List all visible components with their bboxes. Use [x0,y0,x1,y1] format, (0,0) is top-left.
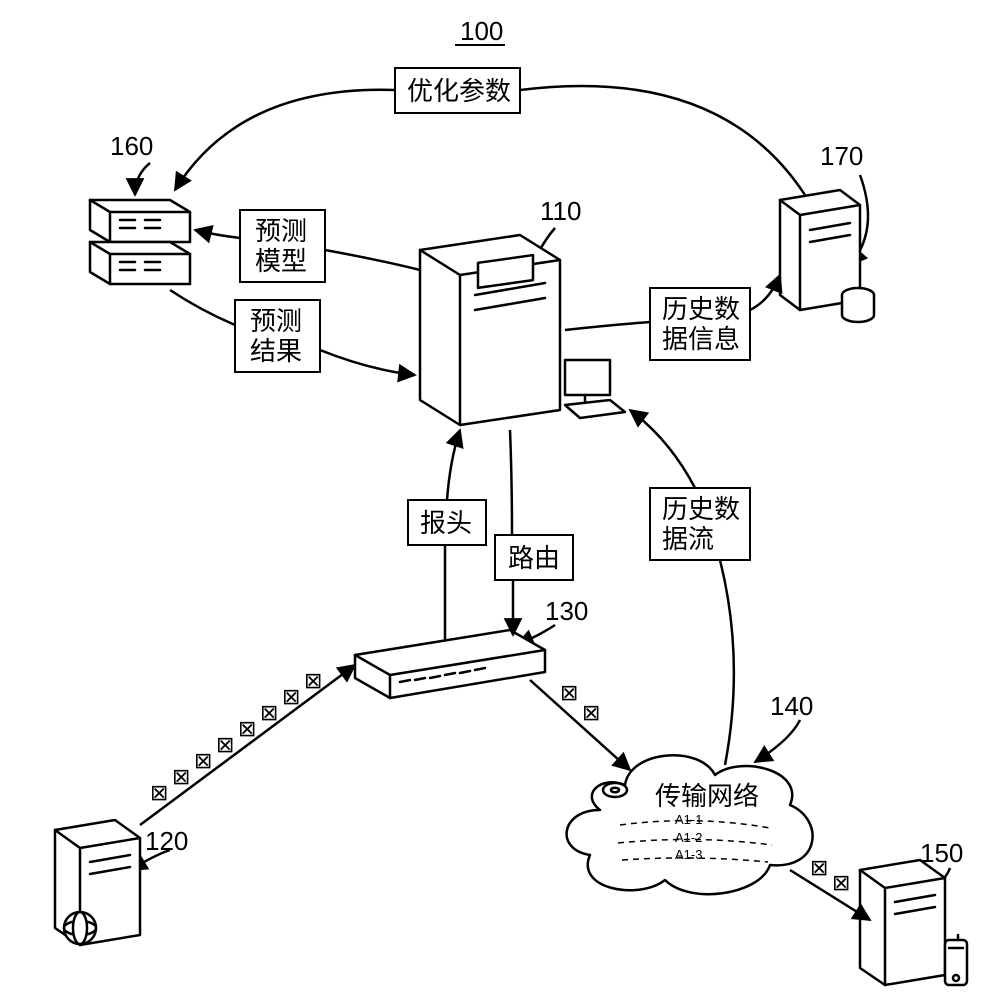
edge-140-150 [790,870,870,920]
node-140-cloud: 140 传输网络 A1-1 A1-2 A1-3 [567,691,814,894]
edge-route-top [510,430,512,535]
edge-opt-params-right [520,86,805,195]
svg-text:⊠: ⊠ [304,668,322,693]
edge-header-top [447,430,460,500]
edge-pred-result-right [320,350,415,375]
figure-id-label: 100 [460,16,503,46]
cloud-p3: A1-3 [675,847,702,862]
svg-text:⊠: ⊠ [832,870,850,895]
ref-140: 140 [770,691,813,721]
edge-pred-result-left [170,290,235,325]
lbl-header: 报头 [420,508,472,538]
cloud-label: 传输网络 [655,781,759,811]
edge-hist-flow-top [630,410,695,488]
node-160-server-rack: 160 [90,131,190,284]
disc-icon [603,783,627,797]
svg-text:⊠: ⊠ [172,764,190,789]
ref-110: 110 [540,196,581,226]
svg-text:⊠: ⊠ [150,780,168,805]
node-110-central-server: 110 [420,196,625,425]
node-120-web-server: 120 [55,820,188,945]
cloud-p2: A1-2 [675,830,702,845]
edge-hist-data-right [750,275,780,310]
svg-text:⊠: ⊠ [260,700,278,725]
lbl-pred-model-2: 模型 [255,246,307,276]
lbl-hist-data-2: 据信息 [662,324,740,354]
lbl-pred-model-1: 预测 [255,216,307,246]
lbl-hist-flow-2: 据流 [662,524,714,554]
svg-text:⊠: ⊠ [810,855,828,880]
leader-140 [755,720,800,762]
edge-120-130 [140,665,355,825]
edge-hist-data-left [565,322,650,330]
edge-hist-flow-bot [720,560,734,765]
svg-text:⊠: ⊠ [216,732,234,757]
leader-160 [135,163,150,195]
lbl-pred-result-1: 预测 [250,306,302,336]
ref-170: 170 [820,141,863,171]
edge-130-140 [530,680,630,770]
packets-120-130: ⊠ ⊠ ⊠ ⊠ ⊠ ⊠ ⊠ ⊠ [150,668,322,805]
svg-text:⊠: ⊠ [194,748,212,773]
lbl-pred-result-2: 结果 [250,336,302,366]
ref-130: 130 [545,596,588,626]
lbl-hist-flow-1: 历史数 [662,494,740,524]
svg-text:⊠: ⊠ [560,680,578,705]
edge-pred-model-right [325,250,420,270]
lbl-route: 路由 [508,543,560,573]
svg-text:⊠: ⊠ [282,684,300,709]
cloud-p1: A1-1 [675,812,702,827]
node-170-db-server: 170 [780,141,874,322]
node-130-switch: 130 [355,596,588,698]
edge-opt-params-left [175,90,395,190]
node-150-client-server: 150 [860,838,967,985]
packets-140-150: ⊠ ⊠ [810,855,850,895]
ref-160: 160 [110,131,153,161]
edge-pred-model-left [195,230,240,238]
lbl-hist-data-1: 历史数 [662,294,740,324]
packets-130-140: ⊠ ⊠ [560,680,600,725]
svg-text:⊠: ⊠ [582,700,600,725]
lbl-opt-params: 优化参数 [407,76,511,106]
svg-text:⊠: ⊠ [238,716,256,741]
